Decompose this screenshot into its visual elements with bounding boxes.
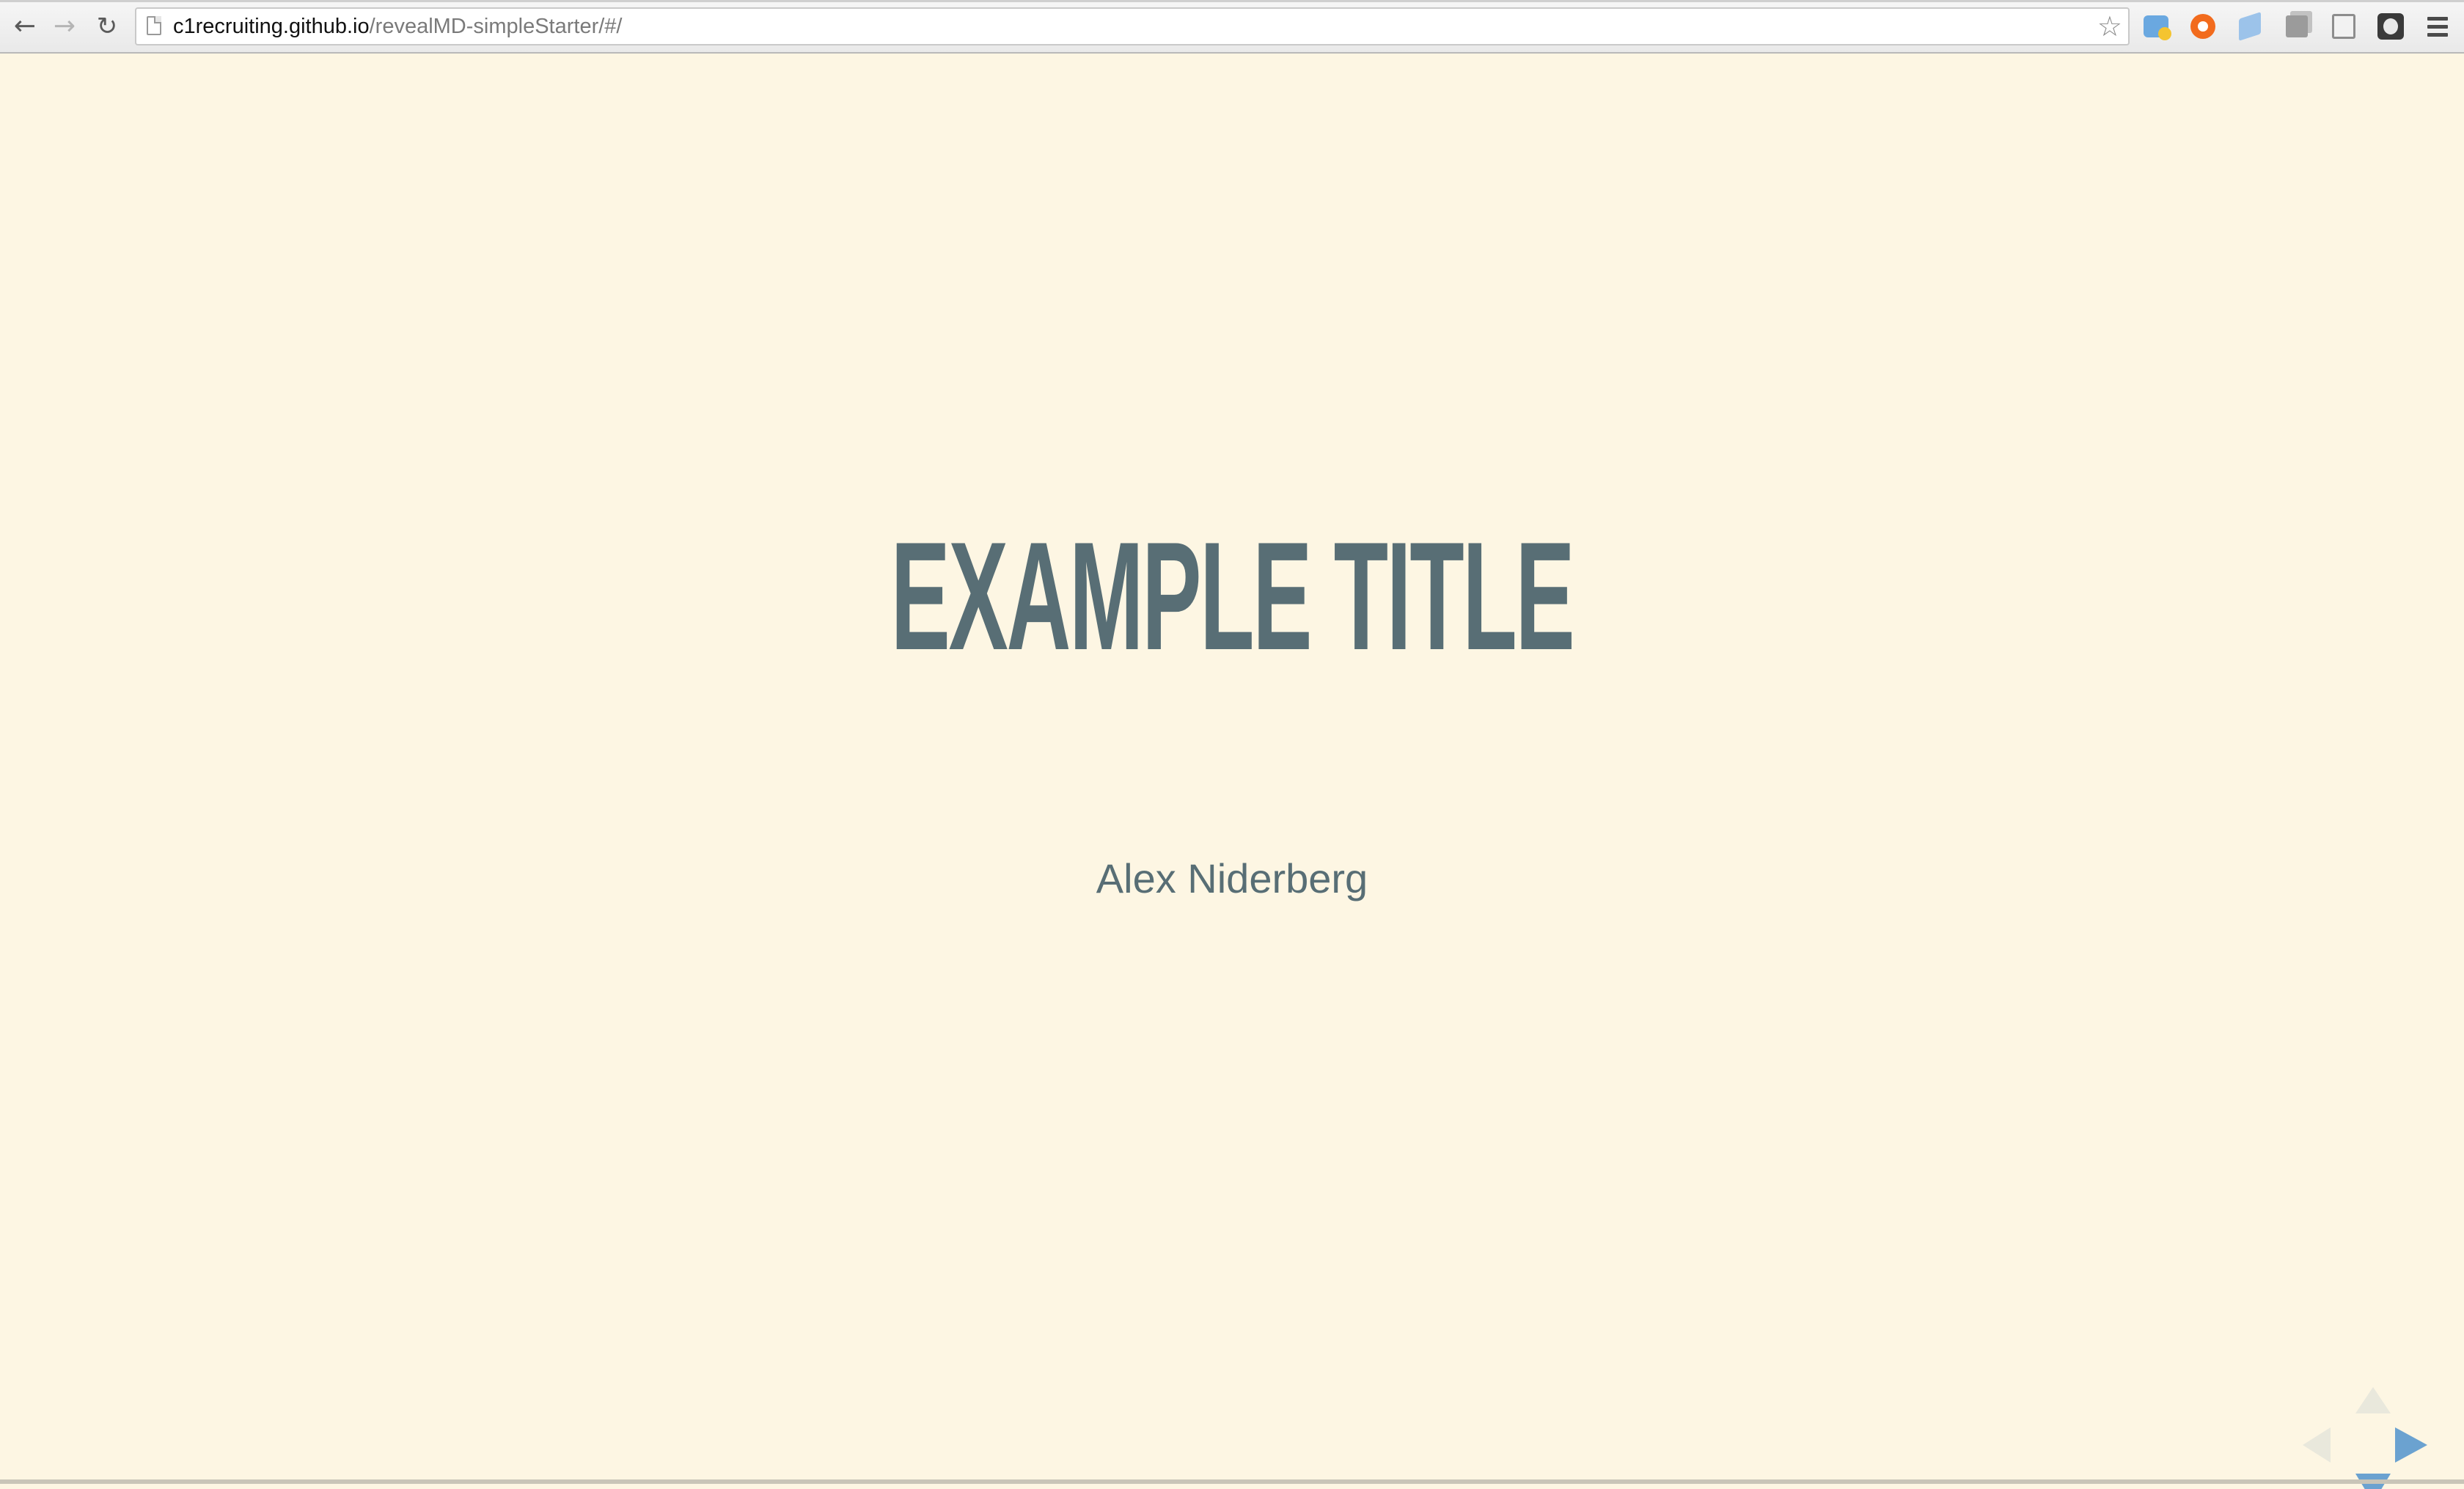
slide-author: Alex Niderberg — [1096, 855, 1368, 901]
address-bar[interactable]: c1recruiting.github.io/revealMD-simpleSt… — [135, 7, 2130, 45]
arrow-left-icon: ← — [13, 11, 37, 41]
extensions-area — [2140, 10, 2454, 43]
navigate-right-icon[interactable] — [2395, 1427, 2427, 1463]
url-host: c1recruiting.github.io — [173, 15, 370, 38]
slide-title: EXAMPLE TITLE — [890, 510, 1575, 682]
progress-bar — [0, 1479, 2464, 1484]
navigate-up-icon[interactable] — [2355, 1387, 2391, 1413]
navigation-controls — [2303, 1387, 2442, 1489]
extension-6-icon[interactable] — [2375, 10, 2407, 43]
slide: EXAMPLE TITLE Alex Niderberg — [0, 54, 2464, 1489]
navigate-left-icon[interactable] — [2303, 1427, 2331, 1463]
extension-4-icon[interactable] — [2281, 10, 2313, 43]
reload-button[interactable]: ↻ — [91, 10, 123, 43]
extension-5-icon[interactable] — [2328, 10, 2360, 43]
url-text[interactable]: c1recruiting.github.io/revealMD-simpleSt… — [173, 9, 622, 44]
extension-3-icon[interactable] — [2234, 10, 2266, 43]
extension-1-icon[interactable] — [2140, 10, 2172, 43]
arrow-right-icon: → — [53, 11, 76, 41]
page-icon — [147, 16, 161, 35]
url-path: /revealMD-simpleStarter/#/ — [369, 15, 623, 38]
forward-button[interactable]: → — [48, 10, 81, 43]
browser-toolbar: ← → ↻ c1recruiting.github.io/revealMD-si… — [0, 0, 2464, 54]
tab-strip — [0, 0, 2464, 2]
back-button[interactable]: ← — [9, 10, 41, 43]
hamburger-menu-icon[interactable] — [2421, 10, 2454, 43]
reload-icon: ↻ — [96, 12, 118, 41]
extension-2-icon[interactable] — [2187, 10, 2219, 43]
bookmark-star-icon[interactable]: ☆ — [2097, 12, 2122, 41]
